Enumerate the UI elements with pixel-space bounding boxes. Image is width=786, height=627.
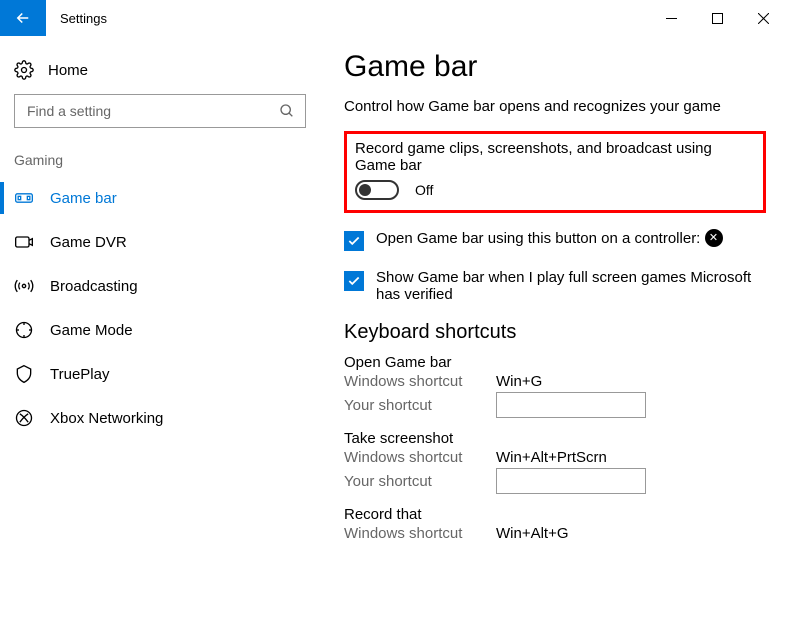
xbox-button-icon <box>705 229 723 247</box>
windows-shortcut-value: Win+Alt+PrtScrn <box>496 449 607 466</box>
sidebar-category: Gaming <box>0 146 320 176</box>
shortcut-record-that: Record that Windows shortcut Win+Alt+G <box>344 506 766 542</box>
shortcut-title: Open Game bar <box>344 354 766 371</box>
gamemode-icon <box>14 320 34 340</box>
shortcut-take-screenshot: Take screenshot Windows shortcut Win+Alt… <box>344 430 766 494</box>
record-toggle-section: Record game clips, screenshots, and broa… <box>344 131 766 213</box>
your-shortcut-label: Your shortcut <box>344 473 496 490</box>
check-icon <box>347 234 361 248</box>
minimize-icon <box>666 13 677 24</box>
sidebar-item-label: Game Mode <box>50 322 133 339</box>
sidebar-item-label: Game bar <box>50 190 117 207</box>
arrow-left-icon <box>14 9 32 27</box>
sidebar-item-label: TruePlay <box>50 366 109 383</box>
shortcut-title: Take screenshot <box>344 430 766 447</box>
sidebar-item-label: Broadcasting <box>50 278 138 295</box>
sidebar-item-trueplay[interactable]: TruePlay <box>0 352 320 396</box>
record-toggle-label: Record game clips, screenshots, and broa… <box>355 140 755 174</box>
search-input[interactable] <box>25 102 279 120</box>
windows-shortcut-label: Windows shortcut <box>344 525 496 542</box>
shortcut-open-gamebar: Open Game bar Windows shortcut Win+G You… <box>344 354 766 418</box>
windows-shortcut-label: Windows shortcut <box>344 449 496 466</box>
fullscreen-show-label: Show Game bar when I play full screen ga… <box>376 269 766 303</box>
record-toggle-state: Off <box>415 182 433 198</box>
close-icon <box>758 13 769 24</box>
controller-open-checkbox[interactable] <box>344 231 364 251</box>
sidebar-item-broadcasting[interactable]: Broadcasting <box>0 264 320 308</box>
sidebar-item-gamebar[interactable]: Game bar <box>0 176 320 220</box>
window-title: Settings <box>60 11 107 26</box>
broadcast-icon <box>14 276 34 296</box>
close-button[interactable] <box>740 0 786 36</box>
keyboard-shortcuts-heading: Keyboard shortcuts <box>344 321 766 344</box>
page-title: Game bar <box>344 50 766 84</box>
trueplay-icon <box>14 364 34 384</box>
your-shortcut-input[interactable] <box>496 468 646 494</box>
sidebar-item-gamedvr[interactable]: Game DVR <box>0 220 320 264</box>
gear-icon <box>14 60 34 80</box>
your-shortcut-label: Your shortcut <box>344 397 496 414</box>
minimize-button[interactable] <box>648 0 694 36</box>
maximize-button[interactable] <box>694 0 740 36</box>
controller-open-label: Open Game bar using this button on a con… <box>376 229 723 247</box>
windows-shortcut-value: Win+Alt+G <box>496 525 569 542</box>
shortcut-title: Record that <box>344 506 766 523</box>
sidebar-item-xboxnetworking[interactable]: Xbox Networking <box>0 396 320 440</box>
xbox-icon <box>14 408 34 428</box>
title-bar: Settings <box>0 0 786 36</box>
sidebar-home[interactable]: Home <box>0 52 320 94</box>
page-description: Control how Game bar opens and recognize… <box>344 98 766 115</box>
search-icon <box>279 103 295 119</box>
record-toggle[interactable] <box>355 180 399 200</box>
windows-shortcut-value: Win+G <box>496 373 542 390</box>
sidebar-item-label: Xbox Networking <box>50 410 163 427</box>
your-shortcut-input[interactable] <box>496 392 646 418</box>
dvr-icon <box>14 232 34 252</box>
fullscreen-show-checkbox[interactable] <box>344 271 364 291</box>
sidebar-home-label: Home <box>48 62 88 79</box>
back-button[interactable] <box>0 0 46 36</box>
search-box[interactable] <box>14 94 306 128</box>
gamebar-icon <box>14 188 34 208</box>
check-icon <box>347 274 361 288</box>
windows-shortcut-label: Windows shortcut <box>344 373 496 390</box>
main-content: Game bar Control how Game bar opens and … <box>320 36 786 627</box>
sidebar-item-label: Game DVR <box>50 234 127 251</box>
sidebar-item-gamemode[interactable]: Game Mode <box>0 308 320 352</box>
sidebar: Home Gaming Game bar Game DVR Broadcasti… <box>0 36 320 627</box>
maximize-icon <box>712 13 723 24</box>
